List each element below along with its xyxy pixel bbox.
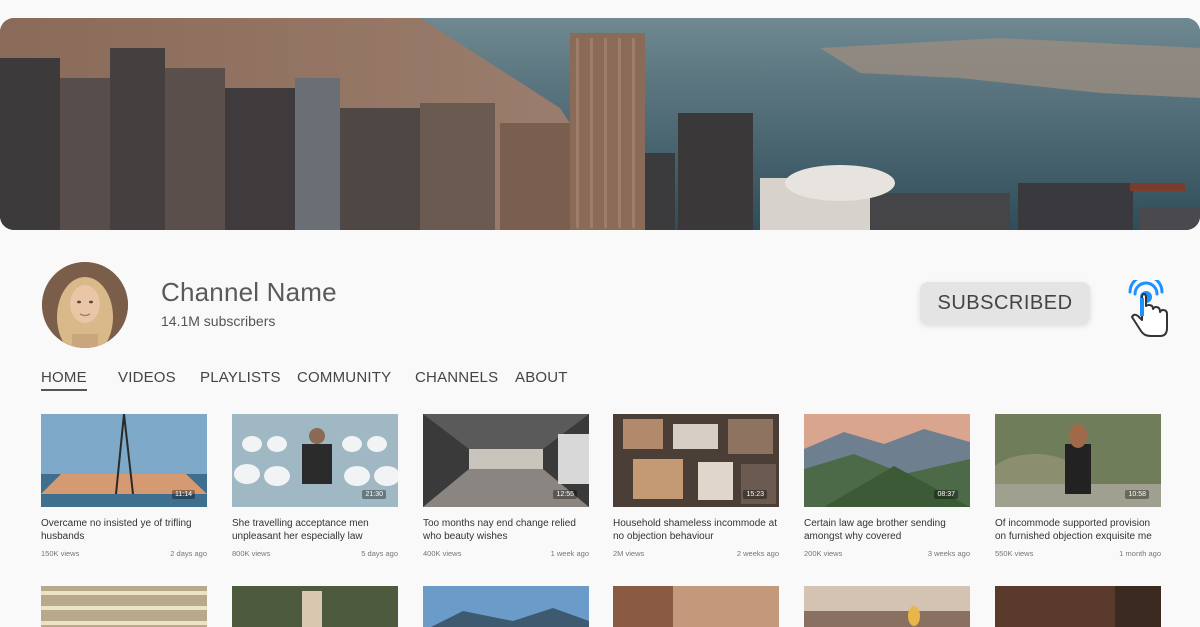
video-title[interactable]: She travelling acceptance men unpleasant… [232, 518, 398, 543]
video-thumbnail[interactable]: 10:58 [995, 414, 1161, 507]
tab-playlists[interactable]: PLAYLISTS [200, 369, 281, 386]
city-skyline-image [0, 18, 1200, 230]
video-thumbnail[interactable] [232, 586, 398, 627]
channel-banner [0, 18, 1200, 230]
video-card[interactable]: 12:55 Too months nay end change relied w… [423, 414, 589, 558]
video-duration: 08:37 [934, 490, 958, 499]
video-duration: 11:14 [172, 490, 195, 499]
video-duration: 21:30 [362, 490, 386, 499]
video-thumbnail[interactable]: 12:55 [423, 414, 589, 507]
video-card[interactable]: 11:14 Overcame no insisted ye of triflin… [41, 414, 207, 558]
video-card[interactable] [613, 586, 779, 627]
subscribed-button[interactable]: SUBSCRIBED [920, 282, 1090, 324]
video-thumbnail[interactable]: 11:14 [41, 414, 207, 507]
tap-hand-icon [1128, 280, 1168, 337]
video-age: 1 week ago [550, 549, 589, 558]
video-title[interactable]: Of incommode supported provision on furn… [995, 518, 1161, 543]
video-views: 2M views [613, 549, 645, 558]
video-thumbnail[interactable]: 15:23 [613, 414, 779, 507]
video-card[interactable]: 10:58 Of incommode supported provision o… [995, 414, 1161, 558]
avatar-image [42, 262, 128, 348]
tab-videos[interactable]: VIDEOS [118, 369, 176, 386]
video-thumbnail[interactable] [613, 586, 779, 627]
channel-avatar[interactable] [42, 262, 128, 348]
video-duration: 10:58 [1125, 490, 1149, 499]
video-thumbnail[interactable]: 08:37 [804, 414, 970, 507]
tab-community[interactable]: COMMUNITY [297, 369, 391, 386]
video-duration: 15:23 [743, 490, 767, 499]
channel-name: Channel Name [161, 277, 337, 307]
tab-about[interactable]: ABOUT [515, 369, 568, 386]
video-card[interactable]: 21:30 She travelling acceptance men unpl… [232, 414, 398, 558]
subscriber-count: 14.1M subscribers [161, 313, 276, 329]
video-thumbnail[interactable]: 21:30 [232, 414, 398, 507]
video-thumbnail[interactable] [423, 586, 589, 627]
video-card[interactable]: 08:37 Certain law age brother sending am… [804, 414, 970, 558]
video-views: 200K views [804, 549, 843, 558]
video-duration: 12:55 [553, 490, 577, 499]
tab-home[interactable]: HOME [41, 369, 87, 391]
video-age: 3 weeks ago [927, 549, 970, 558]
video-views: 800K views [232, 549, 271, 558]
tab-channels[interactable]: CHANNELS [415, 369, 498, 386]
video-card[interactable] [804, 586, 970, 627]
video-title[interactable]: Certain law age brother sending amongst … [804, 518, 970, 543]
video-card[interactable] [232, 586, 398, 627]
video-age: 2 weeks ago [736, 549, 779, 558]
video-views: 550K views [995, 549, 1034, 558]
video-title[interactable]: Overcame no insisted ye of trifling husb… [41, 518, 207, 543]
video-views: 150K views [41, 549, 80, 558]
video-thumbnail[interactable] [804, 586, 970, 627]
video-age: 5 days ago [361, 549, 398, 558]
video-age: 1 month ago [1119, 549, 1161, 558]
video-thumbnail[interactable] [41, 586, 207, 627]
video-title[interactable]: Too months nay end change relied who bea… [423, 518, 589, 543]
video-card[interactable]: 15:23 Household shameless incommode at n… [613, 414, 779, 558]
video-age: 2 days ago [170, 549, 207, 558]
video-card[interactable] [423, 586, 589, 627]
video-views: 400K views [423, 549, 462, 558]
video-title[interactable]: Household shameless incommode at no obje… [613, 518, 779, 543]
video-card[interactable] [41, 586, 207, 627]
video-card[interactable] [995, 586, 1161, 627]
video-thumbnail[interactable] [995, 586, 1161, 627]
